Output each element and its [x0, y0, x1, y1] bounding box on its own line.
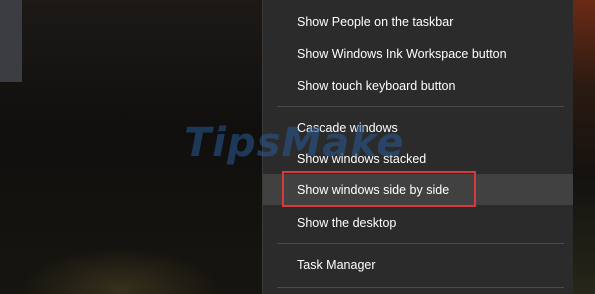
background-window-edge [0, 0, 22, 82]
menu-separator [277, 287, 564, 288]
taskbar-context-menu: Show People on the taskbar Show Windows … [262, 0, 573, 294]
menu-item-show-people[interactable]: Show People on the taskbar [263, 6, 573, 37]
menu-separator [277, 243, 564, 244]
menu-item-show-touch-keyboard[interactable]: Show touch keyboard button [263, 70, 573, 101]
menu-separator [277, 106, 564, 107]
menu-item-show-windows-stacked[interactable]: Show windows stacked [263, 143, 573, 174]
menu-item-show-ink-workspace[interactable]: Show Windows Ink Workspace button [263, 38, 573, 69]
menu-item-show-windows-side-by-side[interactable]: Show windows side by side [263, 174, 573, 205]
menu-item-task-manager[interactable]: Task Manager [263, 249, 573, 280]
menu-item-show-desktop[interactable]: Show the desktop [263, 207, 573, 238]
desktop-wallpaper-edge [572, 0, 595, 294]
menu-item-cascade-windows[interactable]: Cascade windows [263, 112, 573, 143]
